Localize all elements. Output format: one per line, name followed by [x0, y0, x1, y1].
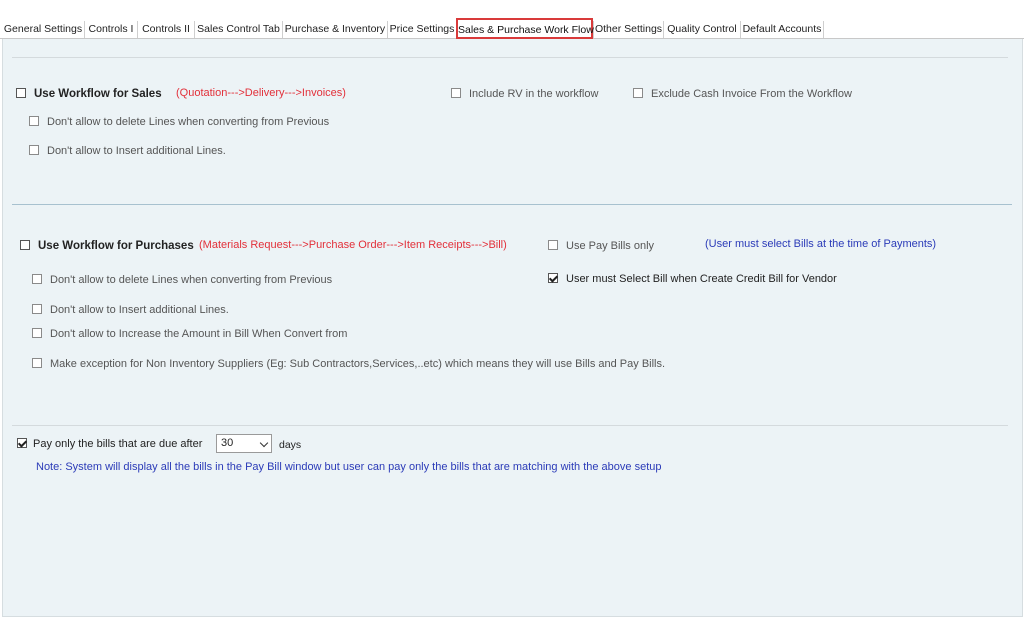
- pay-due-separator: [12, 425, 1008, 426]
- checkbox-box[interactable]: [548, 273, 558, 283]
- exclude-cash-invoice-checkbox[interactable]: Exclude Cash Invoice From the Workflow: [633, 87, 852, 101]
- exception-suppliers-label: Make exception for Non Inventory Supplie…: [50, 358, 666, 370]
- checkbox-box[interactable]: [32, 274, 42, 284]
- sales-flow-note: (Quotation--->Delivery--->Invoices): [176, 87, 346, 99]
- checkbox-box[interactable]: [32, 358, 42, 368]
- use-workflow-purchases-label: Use Workflow for Purchases: [38, 240, 194, 252]
- due-days-value: 30: [221, 437, 234, 449]
- use-pay-bills-only-checkbox[interactable]: Use Pay Bills only: [548, 239, 654, 253]
- include-rv-checkbox[interactable]: Include RV in the workflow: [451, 87, 598, 101]
- checkbox-box[interactable]: [20, 240, 30, 250]
- select-bill-credit-label: User must Select Bill when Create Credit…: [566, 273, 837, 285]
- tab-other-settings[interactable]: Other Settings: [593, 21, 663, 39]
- checkbox-box[interactable]: [633, 88, 643, 98]
- tab-sales-purchase-workflow[interactable]: Sales & Purchase Work Flow: [456, 18, 594, 39]
- chevron-down-icon[interactable]: [259, 438, 269, 448]
- sales-purchase-separator: [12, 204, 1012, 205]
- include-rv-label: Include RV in the workflow: [469, 88, 599, 100]
- purchase-flow-note: (Materials Request--->Purchase Order--->…: [199, 239, 507, 251]
- use-workflow-sales-label: Use Workflow for Sales: [34, 88, 162, 100]
- top-separator: [12, 57, 1008, 58]
- checkbox-box[interactable]: [29, 145, 39, 155]
- sales-no-insert-lines-label: Don't allow to Insert additional Lines.: [47, 145, 226, 157]
- tab-quality-control[interactable]: Quality Control: [663, 21, 740, 39]
- days-label: days: [279, 439, 302, 451]
- settings-tab-bar: General Settings Controls I Controls II …: [0, 18, 1024, 39]
- checkbox-box[interactable]: [16, 88, 26, 98]
- exclude-cash-invoice-label: Exclude Cash Invoice From the Workflow: [651, 88, 852, 100]
- due-days-select[interactable]: 30: [216, 434, 272, 453]
- sales-no-delete-lines-checkbox[interactable]: Don't allow to delete Lines when convert…: [29, 115, 329, 129]
- no-increase-amount-checkbox[interactable]: Don't allow to Increase the Amount in Bi…: [32, 327, 347, 341]
- sales-no-insert-lines-checkbox[interactable]: Don't allow to Insert additional Lines.: [29, 144, 226, 158]
- tab-controls-1[interactable]: Controls I: [84, 21, 137, 39]
- use-workflow-purchases-checkbox[interactable]: Use Workflow for Purchases: [20, 239, 194, 253]
- tab-general-settings[interactable]: General Settings: [2, 21, 84, 39]
- use-workflow-sales-checkbox[interactable]: Use Workflow for Sales: [16, 87, 162, 101]
- pay-due-bills-label: Pay only the bills that are due after: [33, 438, 203, 450]
- tab-purchase-inventory[interactable]: Purchase & Inventory: [282, 21, 387, 39]
- tab-price-settings[interactable]: Price Settings: [387, 21, 456, 39]
- select-bill-credit-checkbox[interactable]: User must Select Bill when Create Credit…: [548, 272, 837, 286]
- pay-bills-note: (User must select Bills at the time of P…: [705, 238, 937, 250]
- pay-due-note: Note: System will display all the bills …: [36, 461, 662, 473]
- purchase-no-delete-lines-checkbox[interactable]: Don't allow to delete Lines when convert…: [32, 273, 332, 287]
- checkbox-box[interactable]: [548, 240, 558, 250]
- sales-no-delete-lines-label: Don't allow to delete Lines when convert…: [47, 116, 330, 128]
- exception-suppliers-checkbox[interactable]: Make exception for Non Inventory Supplie…: [32, 357, 665, 371]
- no-increase-amount-label: Don't allow to Increase the Amount in Bi…: [50, 328, 348, 340]
- use-pay-bills-only-label: Use Pay Bills only: [566, 240, 655, 252]
- checkbox-box[interactable]: [32, 328, 42, 338]
- checkbox-box[interactable]: [17, 438, 27, 448]
- checkbox-box[interactable]: [32, 304, 42, 314]
- checkbox-box[interactable]: [451, 88, 461, 98]
- checkbox-box[interactable]: [29, 116, 39, 126]
- tab-controls-2[interactable]: Controls II: [137, 21, 194, 39]
- purchase-no-insert-lines-checkbox[interactable]: Don't allow to Insert additional Lines.: [32, 303, 229, 317]
- purchase-no-delete-lines-label: Don't allow to delete Lines when convert…: [50, 274, 333, 286]
- pay-due-bills-checkbox[interactable]: Pay only the bills that are due after: [17, 437, 202, 451]
- tab-sales-control[interactable]: Sales Control Tab: [194, 21, 282, 39]
- purchase-no-insert-lines-label: Don't allow to Insert additional Lines.: [50, 304, 229, 316]
- tab-default-accounts[interactable]: Default Accounts: [740, 21, 824, 39]
